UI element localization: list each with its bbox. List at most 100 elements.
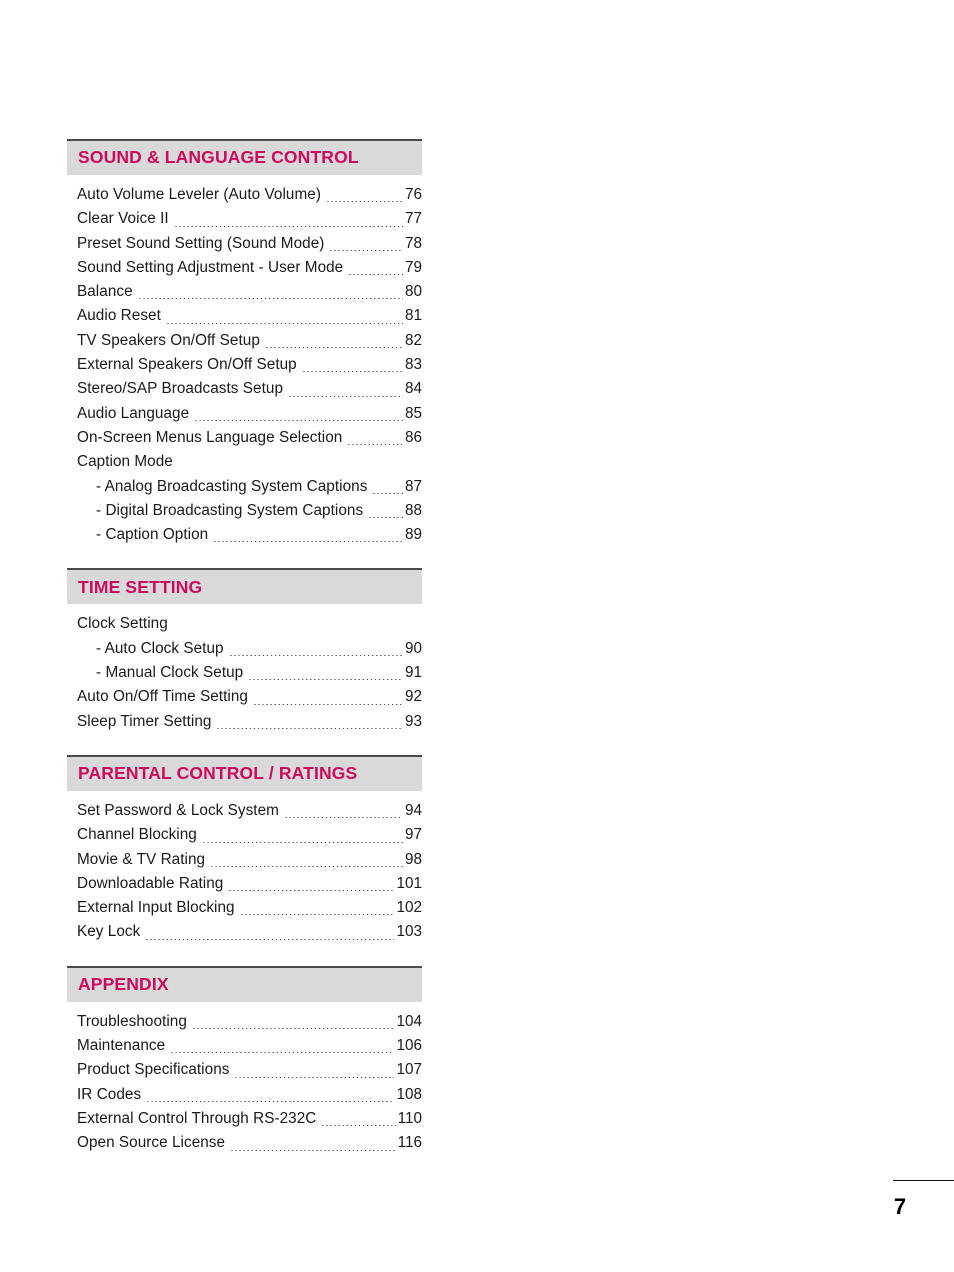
- footer-rule: [893, 1180, 954, 1181]
- dot-leader: [201, 841, 403, 843]
- dot-leader: [288, 395, 403, 397]
- toc-entry[interactable]: IR Codes 108: [67, 1083, 422, 1107]
- toc-entry[interactable]: Key Lock 103: [67, 920, 422, 944]
- toc-entry-label: - Manual Clock Setup: [96, 664, 244, 682]
- section-entries: Set Password & Lock System 94 Channel Bloc…: [67, 791, 422, 945]
- toc-entry-label: On-Screen Menus Language Selection: [77, 428, 343, 446]
- toc-entry[interactable]: Balance 80: [67, 280, 422, 304]
- toc-entry[interactable]: External Input Blocking 102: [67, 896, 422, 920]
- toc-entry-label: Troubleshooting: [77, 1012, 187, 1030]
- toc-entry-page-number: 102: [396, 899, 422, 917]
- toc-entry-page-number: 88: [404, 501, 422, 519]
- toc-entry[interactable]: - Caption Option 89: [67, 523, 422, 547]
- toc-entry-page-number: 94: [404, 801, 422, 819]
- toc-entry[interactable]: Open Source License 116: [67, 1131, 422, 1155]
- toc-entry[interactable]: Audio Language 85: [67, 402, 422, 426]
- section-title: APPENDIX: [78, 973, 169, 994]
- toc-entry-page-number: 80: [404, 283, 422, 301]
- dot-leader: [239, 914, 395, 916]
- toc-entry[interactable]: Sleep Timer Setting 93: [67, 710, 422, 734]
- toc-entry-page-number: 76: [404, 186, 422, 203]
- toc-entry-page-number: 90: [404, 639, 422, 657]
- dot-leader: [347, 444, 403, 446]
- toc-entry[interactable]: Troubleshooting 104: [67, 1010, 422, 1034]
- dot-leader: [264, 347, 403, 349]
- toc-entry[interactable]: Downloadable Rating 101: [67, 872, 422, 896]
- section-header: PARENTAL CONTROL / RATINGS: [67, 754, 422, 791]
- toc-entry-label: Audio Language: [77, 404, 190, 422]
- toc-entry[interactable]: Audio Reset 81: [67, 304, 422, 328]
- toc-entry[interactable]: Channel Blocking 97: [67, 823, 422, 847]
- section-header: SOUND & LANGUAGE CONTROL: [67, 139, 422, 175]
- toc-entry[interactable]: Set Password & Lock System 94: [67, 799, 422, 823]
- toc-entry[interactable]: Clear Voice II 77: [67, 207, 422, 231]
- toc-entry[interactable]: Auto On/Off Time Setting 92: [67, 685, 422, 709]
- toc-entry-page-number: 84: [404, 380, 422, 398]
- toc-entry[interactable]: On-Screen Menus Language Selection 86: [67, 426, 422, 450]
- toc-entry-page-number: 110: [397, 1109, 422, 1127]
- toc-entry-label: Preset Sound Setting (Sound Mode): [77, 234, 325, 252]
- toc-entry-page-number: 92: [404, 688, 422, 706]
- toc-entry[interactable]: External Speakers On/Off Setup 83: [67, 353, 422, 377]
- toc-entry[interactable]: Maintenance 106: [67, 1034, 422, 1058]
- toc-entry-label: Caption Mode: [77, 453, 173, 471]
- toc-entry[interactable]: - Analog Broadcasting System Captions 87: [67, 475, 422, 499]
- dot-leader: [301, 371, 403, 373]
- toc-entry-label: Sleep Timer Setting: [77, 712, 212, 730]
- toc-entry-page-number: 78: [404, 234, 422, 252]
- toc-entry-label: Product Specifications: [77, 1061, 230, 1079]
- toc-entry[interactable]: Preset Sound Setting (Sound Mode) 78: [67, 232, 422, 256]
- toc-entry-label: - Caption Option: [96, 526, 209, 544]
- toc-entry-label: Stereo/SAP Broadcasts Setup: [77, 380, 283, 398]
- toc-entry-page-number: 87: [404, 477, 422, 495]
- dot-leader: [234, 1076, 395, 1078]
- toc-entry-page-number: 86: [404, 428, 422, 446]
- dot-leader: [228, 890, 395, 892]
- toc-entry[interactable]: TV Speakers On/Off Setup 82: [67, 329, 422, 353]
- toc-entry[interactable]: - Digital Broadcasting System Captions 88: [67, 499, 422, 523]
- toc-entry-label: External Input Blocking: [77, 899, 235, 917]
- toc-entry-label: External Control Through RS-232C: [77, 1109, 317, 1127]
- dot-leader: [145, 938, 395, 940]
- toc-entry[interactable]: Auto Volume Leveler (Auto Volume) 76: [67, 183, 422, 207]
- dot-leader: [194, 419, 403, 421]
- dot-leader: [137, 298, 403, 300]
- toc-entry-label: - Auto Clock Setup: [96, 639, 224, 657]
- toc-entry-label: External Speakers On/Off Setup: [77, 356, 297, 374]
- toc-entry-label: Downloadable Rating: [77, 874, 224, 892]
- toc-entry-label: Maintenance: [77, 1037, 166, 1055]
- dot-leader: [248, 679, 403, 681]
- toc-entry[interactable]: Stereo/SAP Broadcasts Setup 84: [67, 377, 422, 401]
- page-number: 7: [893, 1194, 907, 1219]
- toc-entry[interactable]: Caption Mode: [67, 450, 422, 474]
- toc-entry-label: Key Lock: [77, 923, 141, 941]
- toc-entry-label: Sound Setting Adjustment - User Mode: [77, 258, 344, 276]
- toc-entry-page-number: 116: [397, 1134, 422, 1152]
- dot-leader: [173, 225, 403, 227]
- toc-entry-label: Audio Reset: [77, 307, 161, 325]
- dot-leader: [146, 1100, 395, 1102]
- toc-section: TIME SETTING Clock Setting - Auto Clock Se…: [67, 568, 422, 733]
- toc-entry-page-number: 103: [396, 923, 422, 941]
- toc-entry[interactable]: Sound Setting Adjustment - User Mode 79: [67, 256, 422, 280]
- toc-entry-page-number: 79: [404, 258, 422, 276]
- dot-leader: [321, 1125, 396, 1127]
- page-canvas: SOUND & LANGUAGE CONTROL Auto Volume Leve…: [0, 0, 954, 1272]
- toc-entry[interactable]: - Manual Clock Setup 91: [67, 661, 422, 685]
- dot-leader: [165, 322, 403, 324]
- toc-entry[interactable]: Product Specifications 107: [67, 1058, 422, 1082]
- toc-entry-label: Open Source License: [77, 1134, 226, 1152]
- toc-entry[interactable]: Clock Setting: [67, 612, 422, 636]
- section-header: TIME SETTING: [67, 568, 422, 605]
- toc-entry[interactable]: Movie & TV Rating 98: [67, 848, 422, 872]
- table-of-contents: SOUND & LANGUAGE CONTROL Auto Volume Leve…: [67, 139, 422, 1156]
- toc-entry-label: Auto Volume Leveler (Auto Volume): [77, 186, 321, 203]
- dot-leader: [228, 655, 403, 657]
- toc-entry-page-number: 104: [396, 1012, 422, 1030]
- toc-entry-label: Movie & TV Rating: [77, 850, 206, 868]
- dot-leader: [213, 541, 403, 543]
- toc-entry[interactable]: External Control Through RS-232C 110: [67, 1107, 422, 1131]
- toc-entry[interactable]: - Auto Clock Setup 90: [67, 637, 422, 661]
- dot-leader: [329, 249, 403, 251]
- toc-entry-page-number: 77: [404, 210, 422, 228]
